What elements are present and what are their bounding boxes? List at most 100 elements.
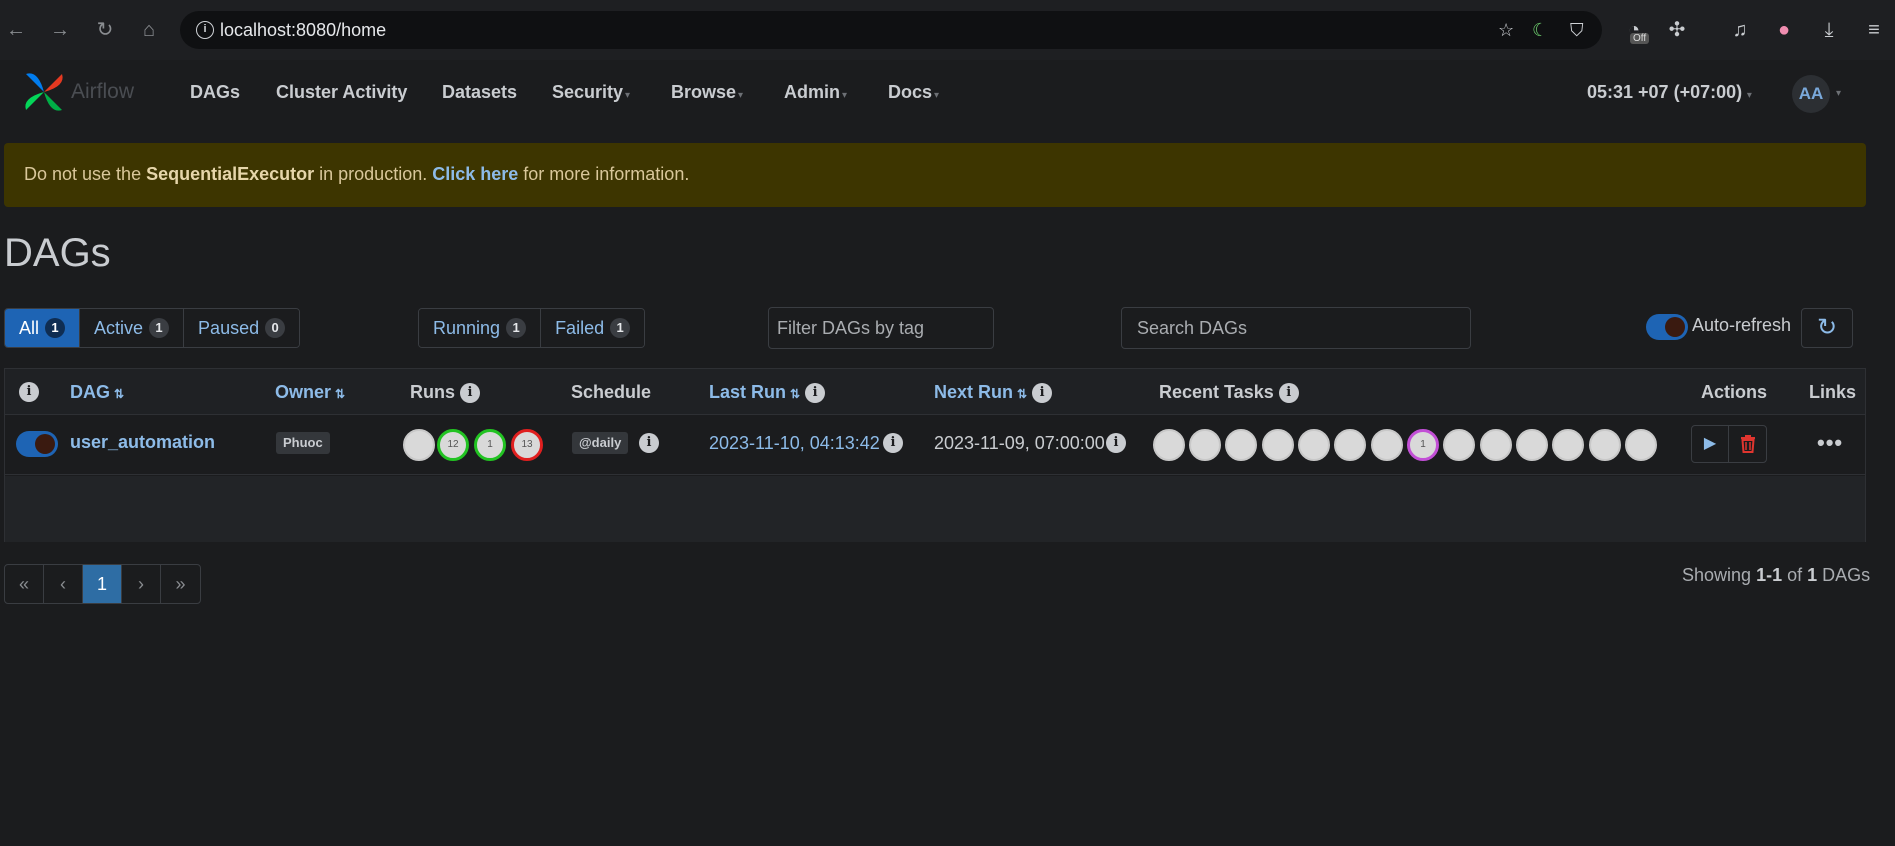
filter-paused-button[interactable]: Paused 0 — [184, 309, 300, 347]
owner-tag[interactable]: Phuoc — [276, 432, 330, 454]
info-icon-glyph: i — [883, 433, 903, 454]
task-state-circle[interactable] — [1625, 429, 1657, 461]
user-avatar[interactable]: AA — [1792, 75, 1830, 113]
page-last-button[interactable]: » — [161, 565, 200, 603]
info-icon[interactable]: i — [805, 383, 826, 404]
nav-admin-label: Admin — [784, 82, 840, 102]
col-dag[interactable]: DAG ⇅ — [70, 382, 124, 403]
showing-count: Showing 1-1 of 1 DAGs — [1682, 565, 1870, 586]
nav-docs[interactable]: Docs ▾ — [888, 82, 939, 103]
task-state-circle[interactable] — [1371, 429, 1403, 461]
task-state-circle[interactable] — [1552, 429, 1584, 461]
task-state-circle[interactable] — [1189, 429, 1221, 461]
info-icon[interactable]: i — [1278, 383, 1299, 404]
nav-security[interactable]: Security ▾ — [552, 82, 630, 103]
task-state-circle[interactable] — [1262, 429, 1294, 461]
nav-cluster-activity[interactable]: Cluster Activity — [276, 82, 407, 103]
menu-icon[interactable]: ≡ — [1860, 16, 1888, 44]
filter-running-button[interactable]: Running 1 — [419, 309, 542, 347]
schedule-tag[interactable]: @daily — [572, 432, 629, 454]
brand-name[interactable]: Airflow — [71, 80, 134, 104]
alert-link[interactable]: Click here — [432, 164, 518, 184]
search-dags-input[interactable]: Search DAGs — [1121, 307, 1471, 349]
alert-text-post: for more information. — [518, 164, 690, 184]
task-state-circle[interactable] — [1589, 429, 1621, 461]
info-icon[interactable]: i — [1032, 383, 1053, 404]
task-state-circle[interactable] — [1516, 429, 1548, 461]
schedule-info-icon[interactable]: i — [639, 432, 659, 454]
nav-browse[interactable]: Browse ▾ — [671, 82, 743, 103]
refresh-button[interactable]: ↻ — [1801, 308, 1853, 348]
home-icon[interactable]: ⌂ — [137, 18, 161, 42]
toggle-knob — [35, 434, 55, 454]
nav-datasets[interactable]: Datasets — [442, 82, 517, 103]
filter-active-button[interactable]: Active 1 — [80, 309, 185, 347]
dag-id-link[interactable]: user_automation — [70, 432, 215, 453]
run-state-running[interactable]: 1 — [474, 429, 506, 461]
sort-icon: ⇅ — [790, 387, 801, 401]
profile-icon[interactable]: ● — [1770, 16, 1798, 44]
site-info-icon[interactable]: i — [196, 21, 214, 39]
nav-admin[interactable]: Admin ▾ — [784, 82, 847, 103]
run-state-failed[interactable]: 13 — [511, 429, 543, 461]
run-state-success[interactable]: 12 — [437, 429, 469, 461]
media-icon[interactable]: ♫ — [1726, 16, 1754, 44]
filter-label: Running — [433, 318, 501, 338]
filter-failed-button[interactable]: Failed 1 — [541, 309, 645, 347]
task-state-circle[interactable] — [1480, 429, 1512, 461]
task-state-circle[interactable] — [1443, 429, 1475, 461]
reload-icon[interactable]: ↻ — [93, 18, 117, 42]
info-icon[interactable]: i — [19, 381, 39, 403]
extensions-icon[interactable]: ✣ — [1663, 16, 1691, 44]
col-owner[interactable]: Owner ⇅ — [275, 382, 345, 403]
download-icon[interactable]: ⤓ — [1815, 16, 1843, 44]
table-empty-area — [5, 476, 1865, 542]
caret-down-icon[interactable]: ▾ — [1836, 88, 1841, 99]
task-state-circle[interactable] — [1153, 429, 1185, 461]
col-last-run[interactable]: Last Run ⇅ i — [709, 382, 826, 404]
clock[interactable]: 05:31 +07 (+07:00) ▾ — [1587, 82, 1752, 103]
task-state-circle[interactable] — [1334, 429, 1366, 461]
col-next-run-label: Next Run — [934, 382, 1014, 402]
caret-down-icon: ▾ — [842, 90, 848, 101]
last-run-info-icon[interactable]: i — [883, 432, 903, 454]
info-icon[interactable]: i — [460, 383, 481, 404]
col-actions: Actions — [1701, 382, 1768, 402]
delete-dag-button[interactable] — [1729, 426, 1766, 462]
executor-warning-alert: Do not use the SequentialExecutor in pro… — [4, 143, 1866, 207]
task-state-circle[interactable]: 1 — [1407, 429, 1439, 461]
airflow-logo-icon[interactable] — [20, 68, 68, 116]
filter-all-button[interactable]: All 1 — [5, 309, 81, 347]
page-current-button[interactable]: 1 — [83, 565, 122, 603]
moon-icon[interactable]: ☾ — [1532, 20, 1548, 41]
more-links-icon[interactable]: ••• — [1817, 430, 1843, 456]
info-icon-glyph: i — [1106, 433, 1126, 454]
arrow-right-icon[interactable]: → — [48, 18, 72, 42]
last-run-link[interactable]: 2023-11-10, 04:13:42 — [709, 433, 880, 454]
page-prev-button[interactable]: ‹ — [44, 565, 83, 603]
page-first-button[interactable]: « — [5, 565, 44, 603]
task-state-circle[interactable] — [1225, 429, 1257, 461]
star-icon[interactable]: ☆ — [1498, 20, 1514, 41]
actions-group: ▶ — [1691, 425, 1767, 463]
col-next-run[interactable]: Next Run ⇅ i — [934, 382, 1053, 404]
run-state-queued[interactable] — [403, 429, 435, 461]
shield-icon[interactable]: ⛉ — [1570, 20, 1584, 41]
nav-dags[interactable]: DAGs — [190, 82, 240, 103]
next-run-info-icon[interactable]: i — [1106, 432, 1126, 454]
filter-label: Failed — [555, 318, 605, 338]
trigger-dag-button[interactable]: ▶ — [1692, 426, 1730, 462]
table-row: user_automation Phuoc 12 1 13 @daily i 2… — [5, 415, 1865, 475]
page-next-button[interactable]: › — [122, 565, 161, 603]
arrow-left-icon[interactable]: ← — [4, 18, 28, 42]
trash-icon — [1740, 435, 1755, 453]
address-bar[interactable]: i localhost:8080/home ☆ ☾ ⛉ — [180, 11, 1602, 49]
col-links: Links — [1809, 382, 1857, 402]
task-state-circle[interactable] — [1298, 429, 1330, 461]
count-badge: 1 — [45, 318, 66, 338]
tag-filter-input[interactable]: Filter DAGs by tag — [768, 307, 994, 349]
refresh-icon: ↻ — [1816, 314, 1838, 341]
dag-pause-toggle[interactable] — [16, 431, 58, 457]
auto-refresh-toggle[interactable] — [1646, 314, 1688, 340]
info-icon-glyph: i — [639, 433, 659, 454]
